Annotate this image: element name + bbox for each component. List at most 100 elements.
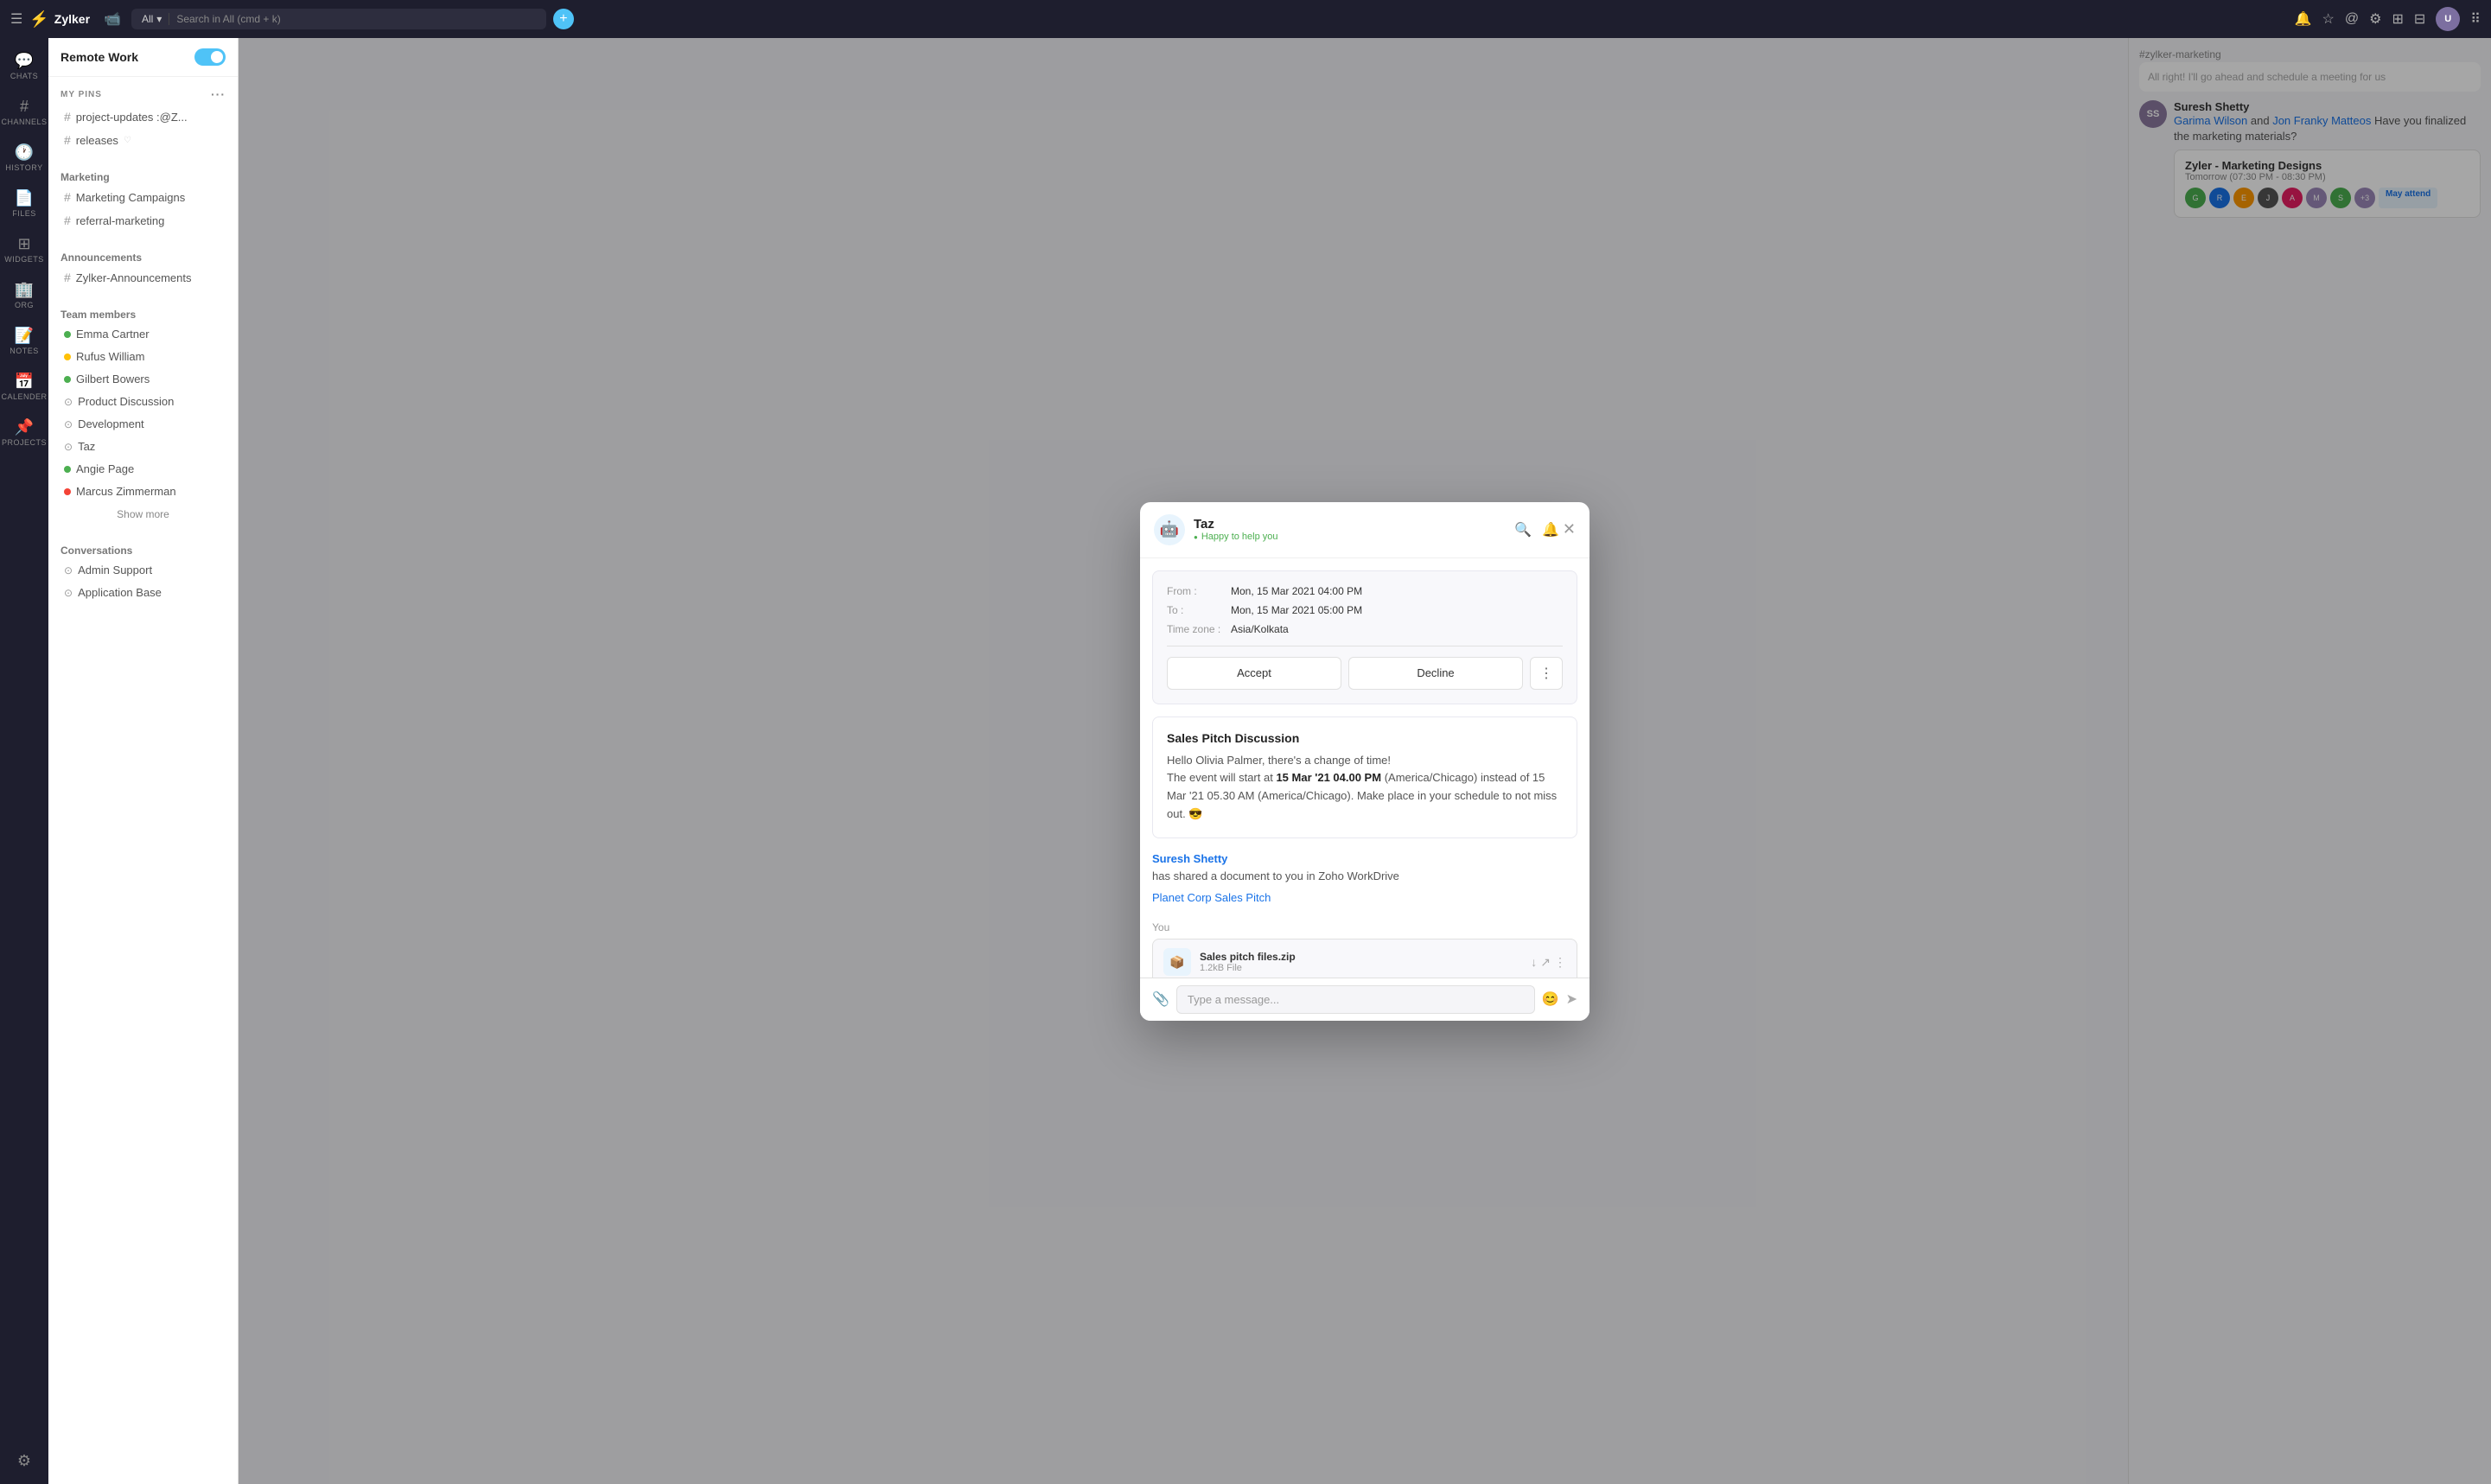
accept-button[interactable]: Accept — [1167, 657, 1341, 690]
member-name: Product Discussion — [78, 395, 174, 408]
add-button[interactable]: + — [553, 9, 574, 29]
show-more-button[interactable]: Show more — [48, 503, 238, 525]
history-icon: 🕐 — [15, 143, 34, 162]
file-icon: 📦 — [1163, 948, 1191, 976]
sidebar-item-taz[interactable]: ⊙ Taz — [52, 436, 234, 457]
sidebar-item-angie[interactable]: Angie Page — [52, 458, 234, 480]
search-bar[interactable]: All ▾ Search in All (cmd + k) — [131, 9, 546, 29]
team-members-title: Team members — [48, 303, 238, 322]
sidebar-item-marcus[interactable]: Marcus Zimmerman — [52, 481, 234, 502]
emoji-icon[interactable]: 😊 — [1542, 990, 1559, 1008]
files-icon: 📄 — [15, 189, 34, 207]
to-value: Mon, 15 Mar 2021 05:00 PM — [1231, 604, 1362, 616]
doc-share-author[interactable]: Suresh Shetty — [1152, 850, 1577, 869]
sidebar-item-channels[interactable]: # CHANNELS — [0, 91, 48, 133]
layout-icon[interactable]: ⊞ — [2392, 10, 2403, 28]
grid-icon[interactable]: ⊟ — [2414, 10, 2425, 28]
sidebar-item-projects[interactable]: 📌 PROJECTS — [0, 411, 48, 454]
org-label: ORG — [15, 301, 34, 309]
member-name: Marcus Zimmerman — [76, 485, 176, 498]
chat-icon: ⊙ — [64, 587, 73, 599]
sales-pitch-card: Sales Pitch Discussion Hello Olivia Palm… — [1152, 717, 1577, 838]
notes-icon: 📝 — [15, 327, 34, 345]
status-dot-red — [64, 488, 71, 495]
sidebar-item-rufus[interactable]: Rufus William — [52, 346, 234, 367]
decline-button[interactable]: Decline — [1348, 657, 1523, 690]
conversations-title: Conversations — [48, 539, 238, 558]
group-icon: ⊙ — [64, 396, 73, 408]
send-icon[interactable]: ➤ — [1566, 990, 1577, 1008]
modal-bottom-bar: 📎 Type a message... 😊 ➤ — [1140, 978, 1590, 1021]
doc-share-link[interactable]: Planet Corp Sales Pitch — [1152, 889, 1577, 908]
sidebar-item-zylker-announcements[interactable]: # Zylker-Announcements — [52, 266, 234, 289]
sidebar-item-gilbert[interactable]: Gilbert Bowers — [52, 368, 234, 390]
app-logo: ⚡ Zylker — [29, 10, 90, 29]
bell-icon[interactable]: 🔔 — [1542, 521, 1559, 538]
sales-pitch-text2: The event will start at — [1167, 771, 1276, 784]
sidebar-item-chats[interactable]: 💬 CHATS — [0, 45, 48, 87]
share-icon[interactable]: ↗ — [1540, 955, 1551, 970]
menu-icon[interactable]: ☰ — [10, 10, 22, 28]
settings-icon[interactable]: ⚙ — [2369, 10, 2381, 28]
status-dot-green — [64, 466, 71, 473]
settings-gear-icon[interactable]: ⚙ — [17, 1442, 31, 1480]
my-pins-title: My Pins — [61, 90, 102, 99]
sidebar-item-org[interactable]: 🏢 ORG — [0, 274, 48, 316]
sidebar-item-notes[interactable]: 📝 NOTES — [0, 320, 48, 362]
hash-icon: # — [64, 110, 71, 124]
member-name: Angie Page — [76, 462, 134, 475]
bot-status: Happy to help you — [1194, 532, 1514, 542]
sidebar-item-calender[interactable]: 📅 CALENDER — [0, 366, 48, 408]
more-icon[interactable]: ⋮ — [1554, 955, 1566, 970]
sidebar-item-files[interactable]: 📄 FILES — [0, 182, 48, 225]
modal-header: 🤖 Taz Happy to help you 🔍 🔔 ✕ — [1140, 502, 1590, 558]
from-value: Mon, 15 Mar 2021 04:00 PM — [1231, 585, 1362, 597]
sidebar-item-widgets[interactable]: ⊞ WIDGETS — [0, 228, 48, 271]
search-icon[interactable]: 🔍 — [1514, 521, 1532, 538]
channels-icon: # — [20, 98, 29, 116]
hash-icon: # — [64, 271, 71, 284]
history-label: HISTORY — [5, 163, 42, 172]
projects-label: PROJECTS — [2, 438, 47, 447]
sidebar-item-emma[interactable]: Emma Cartner — [52, 323, 234, 345]
marketing-title: Marketing — [48, 166, 238, 185]
sidebar-item-releases[interactable]: # releases ♡ — [52, 129, 234, 151]
search-dropdown[interactable]: All ▾ — [142, 13, 169, 25]
apps-icon[interactable]: ⠿ — [2470, 10, 2481, 28]
file-info: Sales pitch files.zip 1.2kB File — [1200, 951, 1296, 973]
announcements-title: Announcements — [48, 246, 238, 265]
sidebar-item-history[interactable]: 🕐 HISTORY — [0, 137, 48, 179]
sidebar-item-admin-support[interactable]: ⊙ Admin Support — [52, 559, 234, 581]
download-icon[interactable]: ↓ — [1531, 955, 1537, 970]
modal-header-icons: 🔍 🔔 — [1514, 521, 1559, 538]
sidebar-item-application-base[interactable]: ⊙ Application Base — [52, 582, 234, 603]
sidebar-item-project-updates[interactable]: # project-updates :@Z... — [52, 105, 234, 128]
close-icon[interactable]: ✕ — [1563, 520, 1576, 538]
workspace-toggle[interactable] — [194, 48, 226, 66]
mention-icon[interactable]: @ — [2345, 11, 2359, 27]
notifications-icon[interactable]: 🔔 — [2295, 10, 2312, 28]
avatar[interactable]: U — [2436, 7, 2460, 31]
my-pins-more-icon[interactable]: ··· — [211, 87, 226, 101]
search-input[interactable]: Search in All (cmd + k) — [176, 13, 536, 25]
modal-overlay: 🤖 Taz Happy to help you 🔍 🔔 ✕ — [239, 38, 2491, 1484]
attach-icon[interactable]: 📎 — [1152, 990, 1169, 1008]
member-name: Gilbert Bowers — [76, 373, 150, 385]
sidebar-item-referral-marketing[interactable]: # referral-marketing — [52, 209, 234, 232]
star-icon[interactable]: ☆ — [2322, 10, 2335, 28]
logo-icon: ⚡ — [29, 10, 48, 29]
conversations-section: Conversations ⊙ Admin Support ⊙ Applicat… — [48, 532, 238, 611]
notes-label: NOTES — [10, 347, 39, 355]
more-options-button[interactable]: ⋮ — [1530, 657, 1563, 690]
heart-icon: ♡ — [124, 136, 131, 145]
sidebar-item-product-discussion[interactable]: ⊙ Product Discussion — [52, 391, 234, 412]
my-pins-header: My Pins ··· — [48, 84, 238, 105]
bot-icon: ⊙ — [64, 441, 73, 453]
app-name: Zylker — [54, 12, 90, 26]
file-size: 1.2kB File — [1200, 963, 1296, 973]
video-icon[interactable]: 📹 — [104, 10, 121, 28]
message-input[interactable]: Type a message... — [1176, 985, 1535, 1014]
files-label: FILES — [12, 209, 36, 218]
sidebar-item-marketing-campaigns[interactable]: # Marketing Campaigns — [52, 186, 234, 208]
sidebar-item-development[interactable]: ⊙ Development — [52, 413, 234, 435]
